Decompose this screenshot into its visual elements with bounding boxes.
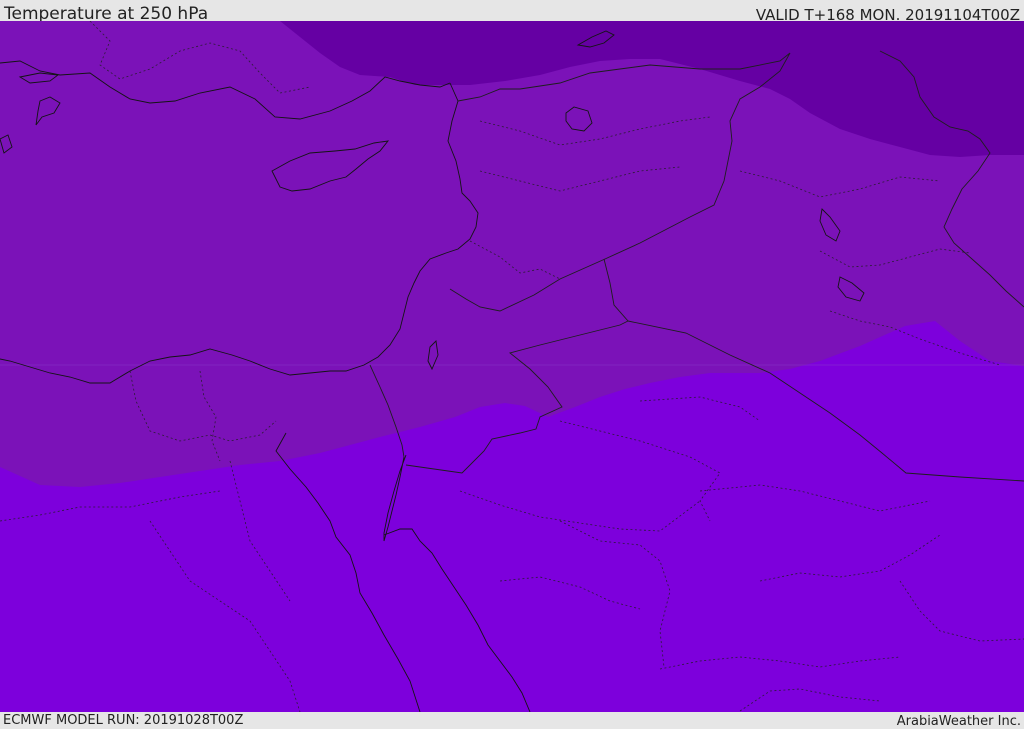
footer-bar: ECMWF MODEL RUN: 20191028T00Z ArabiaWeat… <box>0 712 1024 729</box>
map-area[interactable] <box>0 21 1024 712</box>
weather-map-page: Temperature at 250 hPa VALID T+168 MON. … <box>0 0 1024 729</box>
header-bar: Temperature at 250 hPa VALID T+168 MON. … <box>0 0 1024 24</box>
model-run-label: ECMWF MODEL RUN: 20191028T00Z <box>3 713 244 728</box>
map-canvas <box>0 21 1024 712</box>
credit-label: ArabiaWeather Inc. <box>896 714 1021 729</box>
